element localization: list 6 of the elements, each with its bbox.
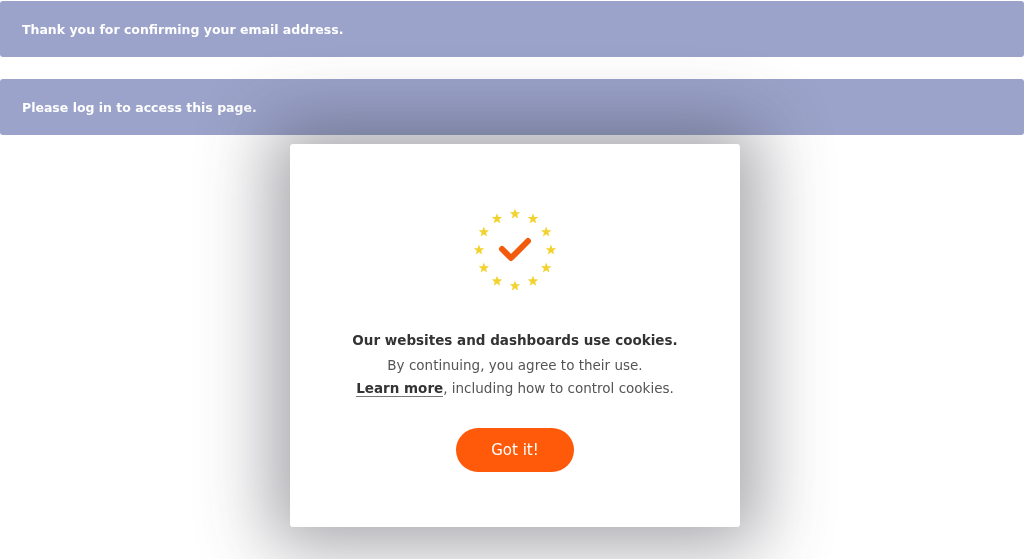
cookie-notice-title: Our websites and dashboards use cookies. [352, 332, 678, 348]
star-circle-check-icon [473, 208, 557, 292]
learn-more-link[interactable]: Learn more [356, 380, 444, 397]
message-text: Thank you for confirming your email address. [22, 21, 344, 37]
message-text: Please log in to access this page. [22, 99, 257, 115]
cookie-notice-text: By continuing, you agree to their use. Learn more, including how to control cookies. [355, 356, 675, 399]
